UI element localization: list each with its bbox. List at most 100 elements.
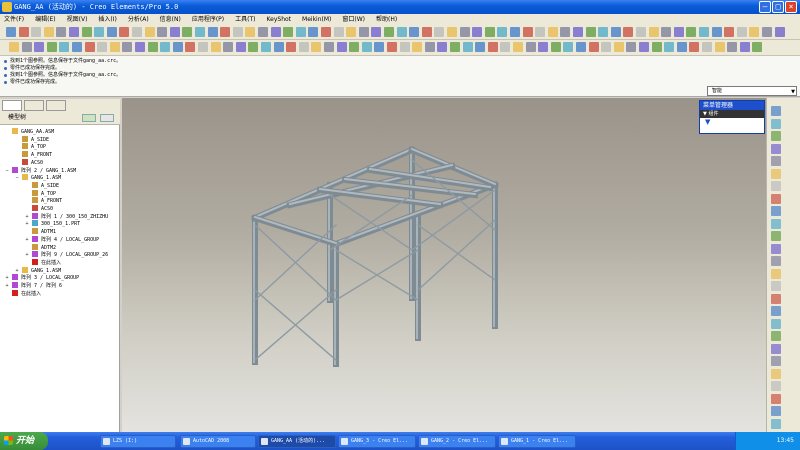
feature-tool-icon[interactable] bbox=[771, 256, 781, 266]
toolbar-button-icon[interactable] bbox=[298, 42, 309, 52]
toolbar-button-icon[interactable] bbox=[248, 42, 259, 52]
minimize-button[interactable]: – bbox=[759, 1, 771, 13]
toolbar-button-icon[interactable] bbox=[81, 27, 92, 37]
toolbar-button-icon[interactable] bbox=[324, 42, 334, 52]
window-titlebar[interactable]: GANG_AA (活动的) - Creo Elements/Pro 5.0 – … bbox=[0, 0, 800, 14]
toolbar-button-icon[interactable] bbox=[198, 42, 208, 52]
toolbar-button-icon[interactable] bbox=[185, 42, 196, 52]
menu-item-0[interactable]: 文件(F) bbox=[4, 14, 24, 25]
toolbar-button-icon[interactable] bbox=[97, 42, 108, 52]
feature-tool-icon[interactable] bbox=[771, 243, 781, 254]
menu-item-5[interactable]: 信息(N) bbox=[160, 14, 181, 25]
toolbar-button-icon[interactable] bbox=[472, 27, 483, 37]
feature-tool-icon[interactable] bbox=[771, 343, 781, 354]
toolbar-button-icon[interactable] bbox=[450, 42, 460, 52]
toolbar-button-icon[interactable] bbox=[547, 27, 558, 37]
menu-item-2[interactable]: 视图(V) bbox=[67, 14, 88, 25]
menu-item-7[interactable]: 工具(T) bbox=[235, 14, 255, 25]
feature-tool-icon[interactable] bbox=[771, 156, 781, 166]
menu-manager-section[interactable]: ▼ 组件 bbox=[700, 110, 764, 118]
feature-tool-icon[interactable] bbox=[771, 206, 781, 216]
toolbar-button-icon[interactable] bbox=[311, 42, 322, 52]
toolbar-button-icon[interactable] bbox=[122, 42, 133, 52]
feature-tool-icon[interactable] bbox=[771, 131, 781, 141]
toolbar-button-icon[interactable] bbox=[588, 42, 599, 52]
taskbar-task[interactable]: GANG_AA (活动的)... bbox=[258, 435, 336, 448]
maximize-button[interactable]: □ bbox=[772, 1, 784, 13]
toolbar-button-icon[interactable] bbox=[59, 42, 70, 52]
toolbar-button-icon[interactable] bbox=[664, 42, 675, 52]
toolbar-button-icon[interactable] bbox=[626, 42, 637, 52]
toolbar-button-icon[interactable] bbox=[636, 27, 646, 37]
toolbar-button-icon[interactable] bbox=[424, 42, 435, 52]
toolbar-button-icon[interactable] bbox=[714, 42, 725, 52]
toolbar-button-icon[interactable] bbox=[18, 27, 29, 37]
feature-tool-icon[interactable] bbox=[771, 181, 781, 191]
toolbar-button-icon[interactable] bbox=[109, 42, 120, 52]
toolbar-button-icon[interactable] bbox=[563, 42, 574, 52]
toolbar-button-icon[interactable] bbox=[207, 27, 218, 37]
feature-tool-icon[interactable] bbox=[771, 306, 781, 316]
toolbar-button-icon[interactable] bbox=[6, 27, 16, 37]
toolbar-button-icon[interactable] bbox=[437, 42, 448, 52]
toolbar-button-icon[interactable] bbox=[711, 27, 722, 37]
menu-item-4[interactable]: 分析(A) bbox=[128, 14, 149, 25]
feature-tool-icon[interactable] bbox=[771, 331, 781, 341]
toolbar-button-icon[interactable] bbox=[31, 27, 42, 37]
toolbar-button-icon[interactable] bbox=[160, 42, 171, 52]
toolbar-button-icon[interactable] bbox=[283, 27, 294, 37]
close-button[interactable]: × bbox=[785, 1, 797, 13]
toolbar-button-icon[interactable] bbox=[434, 27, 445, 37]
toolbar-button-icon[interactable] bbox=[689, 42, 700, 52]
feature-tool-icon[interactable] bbox=[771, 368, 781, 379]
toolbar-button-icon[interactable] bbox=[387, 42, 397, 52]
toolbar-button-icon[interactable] bbox=[384, 27, 394, 37]
toolbar-button-icon[interactable] bbox=[613, 42, 624, 52]
toolbar-button-icon[interactable] bbox=[349, 42, 360, 52]
toolbar-button-icon[interactable] bbox=[144, 27, 155, 37]
menu-item-1[interactable]: 编辑(E) bbox=[35, 14, 55, 25]
toolbar-button-icon[interactable] bbox=[169, 27, 180, 37]
toolbar-button-icon[interactable] bbox=[182, 27, 193, 37]
toolbar-button-icon[interactable] bbox=[749, 27, 760, 37]
feature-tool-icon[interactable] bbox=[771, 231, 781, 241]
toolbar-button-icon[interactable] bbox=[673, 27, 684, 37]
toolbar-button-icon[interactable] bbox=[538, 42, 549, 52]
toolbar-button-icon[interactable] bbox=[475, 42, 486, 52]
toolbar-button-icon[interactable] bbox=[132, 27, 142, 37]
toolbar-button-icon[interactable] bbox=[409, 27, 420, 37]
toolbar-button-icon[interactable] bbox=[651, 42, 662, 52]
toolbar-button-icon[interactable] bbox=[295, 27, 306, 37]
toolbar-button-icon[interactable] bbox=[510, 27, 520, 37]
toolbar-button-icon[interactable] bbox=[9, 42, 19, 52]
tab-model-tree[interactable] bbox=[2, 100, 22, 111]
toolbar-button-icon[interactable] bbox=[610, 27, 621, 37]
toolbar-button-icon[interactable] bbox=[686, 27, 697, 37]
menu-item-11[interactable]: 帮助(H) bbox=[376, 14, 397, 25]
toolbar-button-icon[interactable] bbox=[220, 27, 231, 37]
toolbar-button-icon[interactable] bbox=[94, 27, 105, 37]
menu-item-6[interactable]: 应用程序(P) bbox=[192, 14, 224, 25]
menu-item-8[interactable]: KeyShot bbox=[267, 14, 292, 25]
feature-tool-icon[interactable] bbox=[771, 118, 781, 129]
toolbar-button-icon[interactable] bbox=[724, 27, 735, 37]
toolbar-button-icon[interactable] bbox=[72, 42, 82, 52]
toolbar-button-icon[interactable] bbox=[396, 27, 407, 37]
toolbar-button-icon[interactable] bbox=[601, 42, 612, 52]
feature-tool-icon[interactable] bbox=[771, 406, 781, 416]
settings-icon[interactable] bbox=[82, 114, 96, 122]
toolbar-button-icon[interactable] bbox=[34, 42, 45, 52]
feature-tool-icon[interactable] bbox=[771, 143, 781, 154]
toolbar-button-icon[interactable] bbox=[336, 42, 347, 52]
toolbar-button-icon[interactable] bbox=[573, 27, 583, 37]
taskbar-task[interactable]: GANG_1 - Creo El... bbox=[498, 435, 576, 448]
feature-tool-icon[interactable] bbox=[771, 293, 781, 304]
toolbar-button-icon[interactable] bbox=[157, 27, 168, 37]
menu-item-3[interactable]: 插入(I) bbox=[98, 14, 116, 25]
toolbar-button-icon[interactable] bbox=[119, 27, 130, 37]
toolbar-button-icon[interactable] bbox=[459, 27, 470, 37]
funnel-icon[interactable]: ▼ bbox=[700, 118, 764, 130]
toolbar-button-icon[interactable] bbox=[235, 42, 246, 52]
taskbar-task[interactable]: GANG_2 - Creo El... bbox=[418, 435, 496, 448]
toolbar-button-icon[interactable] bbox=[639, 42, 649, 52]
